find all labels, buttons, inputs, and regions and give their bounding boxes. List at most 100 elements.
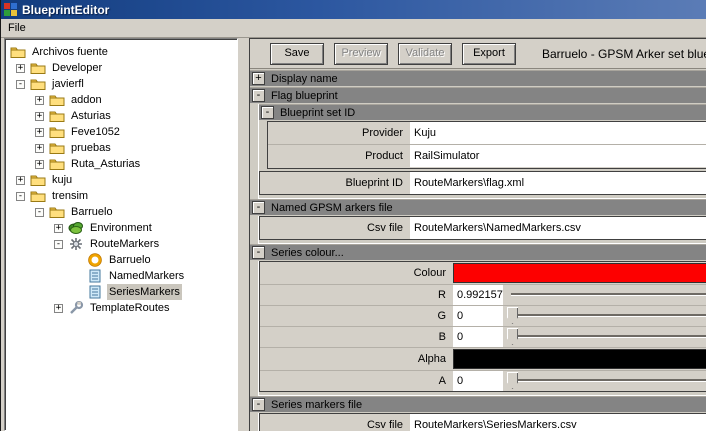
section-body: Csv fileRouteMarkers\NamedMarkers.csv — [258, 216, 706, 244]
tree-expand-toggle[interactable]: + — [16, 64, 25, 73]
property-row: Csv fileRouteMarkers\NamedMarkers.csv — [260, 217, 706, 239]
channel-slider[interactable] — [503, 327, 706, 347]
channel-slider[interactable] — [503, 371, 706, 391]
tree-row: + pruebas — [5, 140, 237, 156]
slider-thumb[interactable] — [507, 307, 518, 324]
tree-row: - Barruelo — [5, 204, 237, 220]
source-tree: Archivos fuente + Developer - javierfl + addon… — [4, 38, 238, 431]
channel-value[interactable]: 0 — [453, 371, 503, 391]
tree-item-label[interactable]: kuju — [50, 172, 74, 188]
folder-icon — [49, 141, 65, 155]
window-title: BlueprintEditor — [22, 3, 109, 17]
tree-expand-toggle[interactable]: + — [54, 304, 63, 313]
tree-row: + Environment — [5, 220, 237, 236]
channel-slider[interactable] — [503, 285, 706, 305]
property-value[interactable]: RailSimulator — [410, 145, 706, 167]
tree-item-label[interactable]: RouteMarkers — [88, 236, 161, 252]
tree-item-label[interactable]: NamedMarkers — [107, 268, 186, 284]
tree-item-label[interactable]: trensim — [50, 188, 90, 204]
routemarkers-icon — [68, 237, 84, 251]
section-header-1: -Flag blueprint — [250, 87, 706, 103]
titlebar[interactable]: BlueprintEditor — [1, 0, 706, 19]
tree-row: - trensim — [5, 188, 237, 204]
property-value[interactable]: RouteMarkers\SeriesMarkers.csv — [410, 414, 706, 431]
alpha-swatch[interactable] — [453, 349, 706, 369]
colour-swatch[interactable] — [453, 263, 706, 283]
channel-value[interactable]: 0.992157 — [453, 285, 503, 305]
tree-item-label[interactable]: Environment — [88, 220, 154, 236]
section-header-2: -Named GPSM arkers file — [250, 199, 706, 215]
tree-item-label[interactable]: pruebas — [69, 140, 113, 156]
property-label: A — [260, 371, 453, 391]
section-toggle[interactable]: - — [261, 106, 274, 119]
property-row: G0 — [260, 305, 706, 326]
property-panel: Save Preview Validate Export Barruelo - … — [249, 38, 706, 431]
tree-row: + Ruta_Asturias — [5, 156, 237, 172]
tree-item-label[interactable]: Barruelo — [107, 252, 153, 268]
tree-expand-toggle[interactable]: + — [35, 128, 44, 137]
section-header-0: +Display name — [250, 70, 706, 86]
slider-thumb[interactable] — [507, 372, 518, 389]
property-label: R — [260, 285, 453, 305]
channel-slider[interactable] — [503, 306, 706, 326]
tree-item-label[interactable]: javierfl — [50, 76, 86, 92]
property-value[interactable]: RouteMarkers\NamedMarkers.csv — [410, 217, 706, 239]
section-toggle[interactable]: - — [252, 201, 265, 214]
tree-expand-toggle[interactable]: + — [35, 144, 44, 153]
tree-expand-toggle[interactable]: - — [16, 192, 25, 201]
tree-item-label[interactable]: addon — [69, 92, 104, 108]
section-header-sub: -Blueprint set ID — [259, 104, 706, 120]
property-label: Colour — [260, 262, 453, 284]
property-label: Csv file — [260, 217, 410, 239]
validate-button[interactable]: Validate — [398, 43, 452, 65]
tree-item-label[interactable]: TemplateRoutes — [88, 300, 172, 316]
tree-item-label[interactable]: Barruelo — [69, 204, 115, 220]
property-toolbar: Save Preview Validate Export Barruelo - … — [250, 39, 706, 69]
export-button[interactable]: Export — [462, 43, 516, 65]
section-toggle[interactable]: - — [252, 89, 265, 102]
slider-thumb[interactable] — [507, 328, 518, 345]
tree-row: + Feve1052 — [5, 124, 237, 140]
folder-icon — [49, 125, 65, 139]
tree-expand-toggle[interactable]: + — [35, 96, 44, 105]
property-grid: +Display name-Flag blueprint-Blueprint s… — [250, 69, 706, 431]
tree-expand-toggle[interactable]: + — [16, 176, 25, 185]
tree-item-label[interactable]: Asturias — [69, 108, 113, 124]
property-row: Alpha — [260, 347, 706, 370]
channel-value[interactable]: 0 — [453, 327, 503, 347]
tree-item-label[interactable]: Feve1052 — [69, 124, 122, 140]
menu-file[interactable]: File — [1, 20, 33, 36]
tree-item-label[interactable]: Developer — [50, 60, 104, 76]
slider-groove — [511, 379, 706, 382]
section-header-4: -Series markers file — [250, 396, 706, 412]
rows-box: Csv fileRouteMarkers\SeriesMarkers.csv — [259, 413, 706, 431]
property-value[interactable]: RouteMarkers\flag.xml — [410, 172, 706, 194]
section-toggle[interactable]: + — [252, 72, 265, 85]
property-row: Colour — [260, 262, 706, 284]
tree-row: + Asturias — [5, 108, 237, 124]
property-label: B — [260, 327, 453, 347]
tree-expand-toggle[interactable]: - — [16, 80, 25, 89]
save-button[interactable]: Save — [270, 43, 324, 65]
tree-expand-toggle[interactable]: - — [35, 208, 44, 217]
section-body: Csv fileRouteMarkers\SeriesMarkers.csv — [258, 413, 706, 431]
property-value[interactable]: Kuju — [410, 122, 706, 144]
tree-expand-toggle[interactable]: - — [54, 240, 63, 249]
section-body: ColourR0.992157G0B0AlphaA0 — [258, 261, 706, 396]
section-toggle[interactable]: - — [252, 398, 265, 411]
tree-item-label[interactable]: Archivos fuente — [30, 44, 110, 60]
section-toggle[interactable]: - — [252, 246, 265, 259]
slider-groove — [511, 293, 706, 296]
folder-icon — [30, 189, 46, 203]
slider-groove — [511, 314, 706, 317]
tree-item-label[interactable]: SeriesMarkers — [107, 284, 182, 300]
property-row: ProviderKuju — [268, 122, 706, 144]
tree-expand-toggle[interactable]: + — [54, 224, 63, 233]
tree-row: Barruelo — [5, 252, 237, 268]
folder-icon — [30, 173, 46, 187]
tree-expand-toggle[interactable]: + — [35, 160, 44, 169]
tree-expand-toggle[interactable]: + — [35, 112, 44, 121]
preview-button[interactable]: Preview — [334, 43, 388, 65]
tree-item-label[interactable]: Ruta_Asturias — [69, 156, 142, 172]
channel-value[interactable]: 0 — [453, 306, 503, 326]
